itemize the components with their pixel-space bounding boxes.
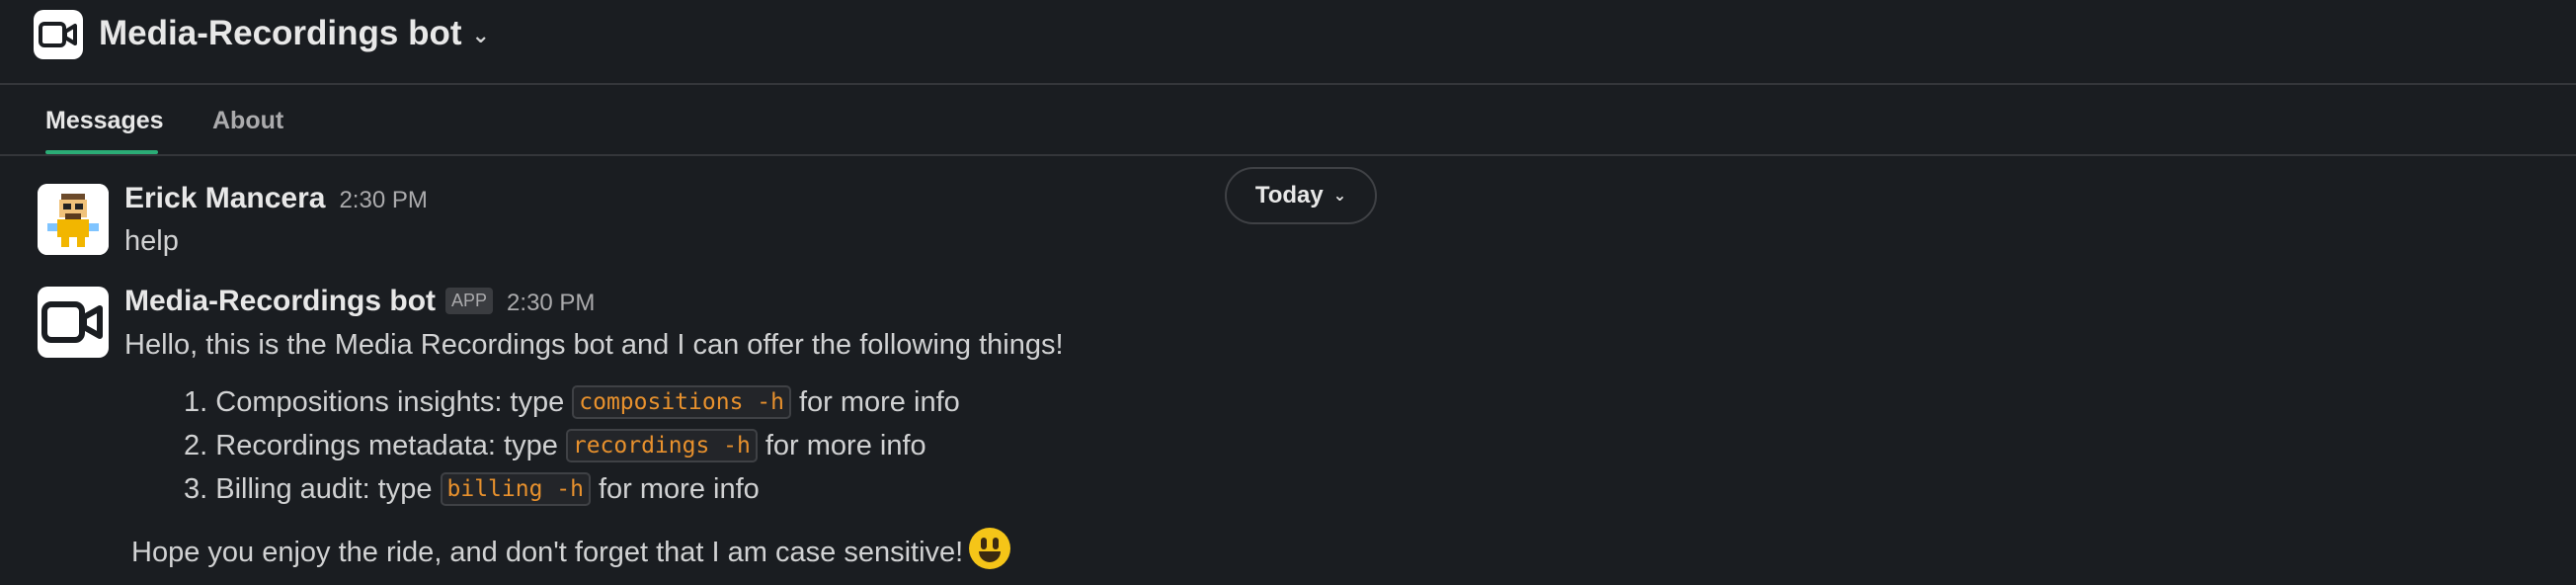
message-outro: Hope you enjoy the ride, and don't forge… xyxy=(131,536,964,568)
message-header: Erick Mancera 2:30 PM xyxy=(124,182,428,215)
tab-messages[interactable]: Messages xyxy=(45,107,164,135)
list-item: 2. Recordings metadata: type recordings -… xyxy=(184,429,926,462)
message-timestamp[interactable]: 2:30 PM xyxy=(339,187,427,214)
date-divider-button[interactable]: Today ⌄ xyxy=(1225,167,1377,224)
list-number: 2. xyxy=(184,429,208,461)
message-header: Media-Recordings bot APP 2:30 PM xyxy=(124,285,595,318)
list-number: 1. xyxy=(184,385,208,418)
tab-about[interactable]: About xyxy=(212,107,283,135)
list-text: for more info xyxy=(765,429,926,461)
list-text: Compositions insights: type xyxy=(215,385,565,418)
list-number: 3. xyxy=(184,472,208,505)
channel-title: Media-Recordings bot xyxy=(99,14,462,52)
list-item: 1. Compositions insights: type compositio… xyxy=(184,385,960,419)
list-text: for more info xyxy=(598,472,760,505)
sender-name[interactable]: Erick Mancera xyxy=(124,182,325,215)
list-text: Recordings metadata: type xyxy=(215,429,558,461)
tab-bar: Messages About xyxy=(0,87,2576,156)
inline-code: recordings -h xyxy=(565,429,758,462)
chevron-down-icon: ⌄ xyxy=(471,23,490,47)
list-text: for more info xyxy=(798,385,960,418)
sender-name[interactable]: Media-Recordings bot xyxy=(124,285,436,318)
channel-header: Media-Recordings bot ⌄ xyxy=(0,0,2576,85)
message-text: help xyxy=(124,225,179,257)
inline-code: billing -h xyxy=(440,472,591,506)
list-item: 3. Billing audit: type billing -h for more… xyxy=(184,472,760,506)
date-divider-label: Today xyxy=(1254,182,1324,209)
list-text: Billing audit: type xyxy=(215,472,433,505)
message-intro: Hello, this is the Media Recordings bot … xyxy=(124,329,1064,361)
message-timestamp[interactable]: 2:30 PM xyxy=(507,290,595,317)
channel-title-button[interactable]: Media-Recordings bot ⌄ xyxy=(99,14,490,53)
message-outro-row: Hope you enjoy the ride, and don't forge… xyxy=(131,528,1011,573)
bot-avatar[interactable] xyxy=(38,287,109,358)
smiley-emoji-icon[interactable] xyxy=(969,528,1011,569)
inline-code: compositions -h xyxy=(572,385,791,419)
chevron-down-icon: ⌄ xyxy=(1332,188,1347,205)
video-camera-icon xyxy=(34,10,83,59)
avatar[interactable] xyxy=(38,184,109,255)
app-badge: APP xyxy=(445,288,494,314)
active-tab-indicator xyxy=(45,150,158,154)
